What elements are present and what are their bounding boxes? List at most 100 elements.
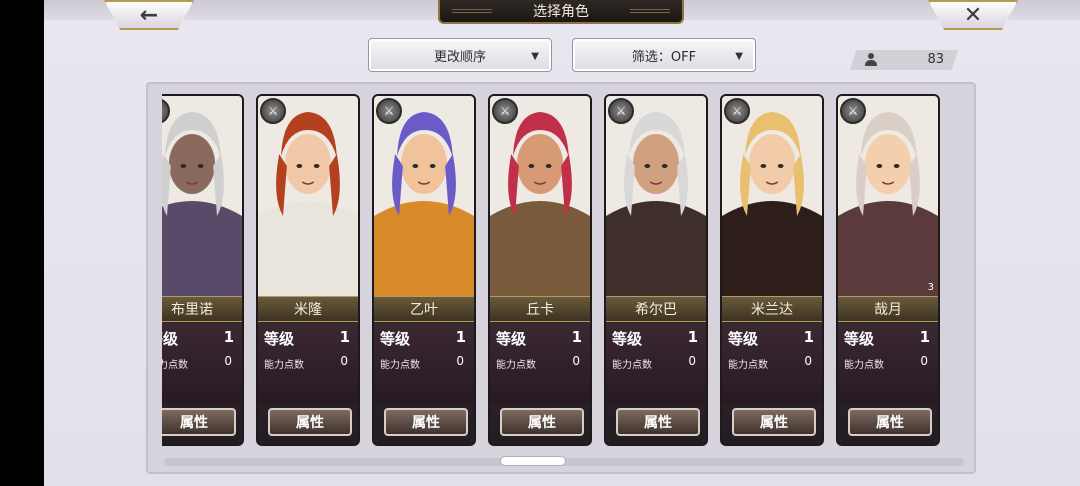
- ability-points-label: 能力点数: [844, 360, 884, 371]
- level-label: 等级: [264, 330, 295, 348]
- character-card-list[interactable]: ⚔ 布里诺 等级 1 能力点数 0 属性: [162, 94, 962, 448]
- character-stats: 等级 1 能力点数 0: [838, 324, 938, 404]
- level-value: 1: [919, 328, 930, 346]
- attributes-button[interactable]: 属性: [268, 408, 352, 436]
- character-card[interactable]: ⚔ 丘卡 等级 1 能力点数 0 属性: [488, 94, 592, 446]
- character-name: 哉月: [838, 296, 938, 322]
- title-ornament-left: [452, 9, 492, 13]
- sort-order-label: 更改顺序: [433, 49, 486, 65]
- portrait-skin-shape: [516, 134, 564, 194]
- level-label: 等级: [844, 330, 875, 348]
- owned-count-box: 83: [850, 50, 958, 70]
- character-stats: 等级 1 能力点数 0: [606, 324, 706, 404]
- filter-dropdown[interactable]: 筛选：OFF ▼: [572, 38, 756, 72]
- attributes-button[interactable]: 属性: [732, 408, 816, 436]
- level-label: 等级: [162, 330, 179, 348]
- portrait-skin-shape: [632, 134, 680, 194]
- character-portrait: [490, 96, 590, 296]
- level-value: 1: [339, 328, 350, 346]
- close-button[interactable]: ✕: [928, 0, 1018, 30]
- ability-points-value: 0: [804, 354, 812, 368]
- level-label: 等级: [380, 330, 411, 348]
- owned-count: 83: [927, 52, 944, 67]
- character-stats: 等级 1 能力点数 0: [162, 324, 242, 404]
- ability-points-label: 能力点数: [496, 360, 536, 371]
- filter-label: 筛选：OFF: [631, 49, 697, 65]
- chevron-down-icon: ▼: [735, 51, 743, 62]
- ability-points-value: 0: [340, 354, 348, 368]
- character-name: 丘卡: [490, 296, 590, 322]
- weapon-type-icon: ⚔: [260, 98, 286, 124]
- portrait-skin-shape: [748, 134, 796, 194]
- ability-points-label: 能力点数: [264, 360, 304, 371]
- portrait-skin-shape: [168, 134, 216, 194]
- character-card[interactable]: ⚔ 布里诺 等级 1 能力点数 0 属性: [162, 94, 244, 446]
- character-name: 乙叶: [374, 296, 474, 322]
- attributes-button[interactable]: 属性: [848, 408, 932, 436]
- ability-points-label: 能力点数: [612, 360, 652, 371]
- character-portrait: [838, 96, 938, 296]
- weapon-type-icon: ⚔: [492, 98, 518, 124]
- ability-points-value: 0: [688, 354, 696, 368]
- sort-order-dropdown[interactable]: 更改顺序 ▼: [368, 38, 552, 72]
- scrollbar-thumb[interactable]: [500, 456, 566, 466]
- character-name: 米隆: [258, 296, 358, 322]
- level-value: 1: [223, 328, 234, 346]
- level-label: 等级: [728, 330, 759, 348]
- close-icon: ✕: [963, 2, 983, 28]
- character-portrait: [258, 96, 358, 296]
- card-badge: 3: [927, 282, 934, 293]
- level-value: 1: [571, 328, 582, 346]
- character-card[interactable]: ⚔ 米隆 等级 1 能力点数 0 属性: [256, 94, 360, 446]
- weapon-type-icon: ⚔: [376, 98, 402, 124]
- ability-points-label: 能力点数: [162, 360, 188, 371]
- portrait-skin-shape: [284, 134, 332, 194]
- character-stats: 等级 1 能力点数 0: [490, 324, 590, 404]
- person-icon: [864, 52, 878, 70]
- level-label: 等级: [612, 330, 643, 348]
- character-name: 米兰达: [722, 296, 822, 322]
- chevron-down-icon: ▼: [531, 51, 539, 62]
- portrait-skin-shape: [864, 134, 912, 194]
- character-portrait: [722, 96, 822, 296]
- character-portrait: [162, 96, 242, 296]
- attributes-button[interactable]: 属性: [500, 408, 584, 436]
- title-ornament-right: [630, 9, 670, 13]
- character-card[interactable]: ⚔ 米兰达 等级 1 能力点数 0 属性: [720, 94, 824, 446]
- character-name: 希尔巴: [606, 296, 706, 322]
- ability-points-value: 0: [456, 354, 464, 368]
- character-card[interactable]: ⚔ 乙叶 等级 1 能力点数 0 属性: [372, 94, 476, 446]
- back-arrow-icon: ←: [139, 2, 159, 28]
- character-stats: 等级 1 能力点数 0: [258, 324, 358, 404]
- ability-points-label: 能力点数: [728, 360, 768, 371]
- attributes-button[interactable]: 属性: [162, 408, 236, 436]
- portrait-outfit-shape: [838, 201, 938, 296]
- level-value: 1: [455, 328, 466, 346]
- portrait-outfit-shape: [606, 201, 706, 296]
- attributes-button[interactable]: 属性: [384, 408, 468, 436]
- page-title: 选择角色: [533, 4, 589, 20]
- back-button[interactable]: ←: [104, 0, 194, 30]
- attributes-button[interactable]: 属性: [616, 408, 700, 436]
- weapon-type-icon: ⚔: [840, 98, 866, 124]
- portrait-outfit-shape: [258, 201, 358, 296]
- character-select-screen: ← ✕ 选择角色 更改顺序 ▼ 筛选：OFF ▼ 83 布里诺 级 1 点数 0…: [44, 0, 1080, 486]
- portrait-outfit-shape: [374, 201, 474, 296]
- character-card[interactable]: ⚔ 希尔巴 等级 1 能力点数 0 属性: [604, 94, 708, 446]
- level-value: 1: [803, 328, 814, 346]
- weapon-type-icon: ⚔: [724, 98, 750, 124]
- character-stats: 等级 1 能力点数 0: [374, 324, 474, 404]
- character-portrait: [606, 96, 706, 296]
- character-name: 布里诺: [162, 296, 242, 322]
- character-portrait: [374, 96, 474, 296]
- portrait-outfit-shape: [722, 201, 822, 296]
- portrait-skin-shape: [400, 134, 448, 194]
- portrait-outfit-shape: [162, 201, 242, 296]
- character-card[interactable]: ⚔ 3 哉月 等级 1 能力点数 0 属性: [836, 94, 940, 446]
- level-label: 等级: [496, 330, 527, 348]
- ability-points-value: 0: [224, 354, 232, 368]
- ability-points-label: 能力点数: [380, 360, 420, 371]
- portrait-outfit-shape: [490, 201, 590, 296]
- ability-points-value: 0: [572, 354, 580, 368]
- title-bar: 选择角色: [438, 0, 684, 24]
